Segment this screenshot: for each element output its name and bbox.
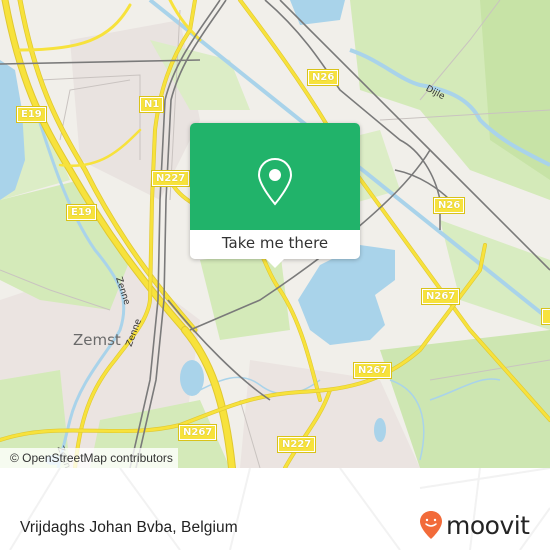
location-popup[interactable]: Take me there <box>190 123 360 268</box>
road-shield-e19: E19 <box>66 204 97 221</box>
road-shield-n227: N227 <box>150 170 191 187</box>
road-shield-n227: N227 <box>276 436 317 453</box>
road-shield-n26: N26 <box>432 197 466 214</box>
place-name: Vrijdaghs Johan Bvba, Belgium <box>20 519 238 536</box>
map-pin-icon <box>257 157 293 206</box>
road-shield-partial <box>541 308 550 325</box>
road-shield-n267: N267 <box>177 424 218 441</box>
road-shield-e19: E19 <box>16 106 47 123</box>
road-shield-n267: N267 <box>352 362 393 379</box>
moovit-logo[interactable]: moovit <box>419 510 530 540</box>
map-view[interactable]: N1 E19 E19 N227 N26 N26 N267 N267 N267 N… <box>0 0 550 468</box>
moovit-pin-icon <box>420 511 442 539</box>
road-shield-n1: N1 <box>138 96 165 113</box>
moovit-wordmark: moovit <box>446 510 530 540</box>
road-shield-n267: N267 <box>420 288 461 305</box>
place-label-zemst: Zemst <box>73 331 121 349</box>
footer: Vrijdaghs Johan Bvba, Belgium moovit <box>0 468 550 550</box>
road-shield-n26: N26 <box>306 69 340 86</box>
popup-header[interactable] <box>190 123 360 230</box>
take-me-there-button[interactable]: Take me there <box>190 230 360 259</box>
map-attribution[interactable]: © OpenStreetMap contributors <box>0 448 178 468</box>
popup-pointer <box>265 258 285 268</box>
